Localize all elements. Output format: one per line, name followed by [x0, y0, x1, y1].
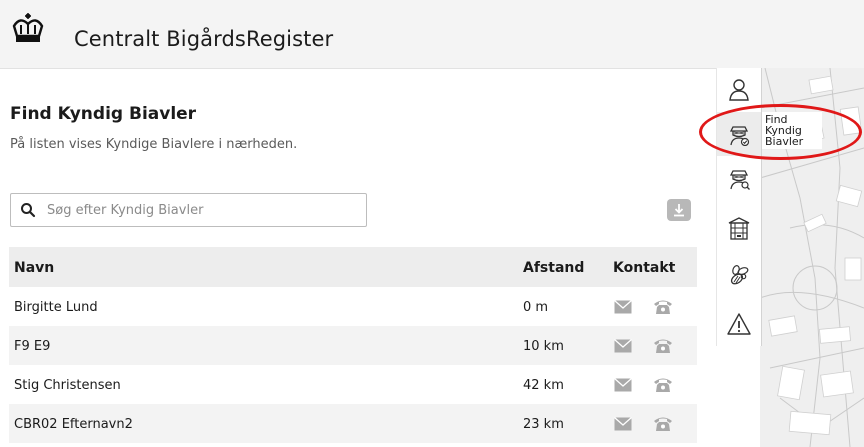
highlight-annotation	[699, 104, 862, 160]
mail-icon[interactable]	[614, 339, 632, 353]
page-subtitle: På listen vises Kyndige Biavlere i nærhe…	[10, 137, 298, 152]
mail-icon[interactable]	[614, 417, 632, 431]
find-beekeeper-panel: Find Kyndig Biavler På listen vises Kynd…	[0, 69, 716, 447]
beekeeper-distance: 10 km	[523, 339, 564, 354]
beekeeper-name: Birgitte Lund	[14, 300, 98, 315]
search-icon	[21, 203, 36, 218]
table-row[interactable]: F9 E9 10 km	[9, 326, 697, 365]
phone-icon[interactable]	[653, 337, 673, 354]
app-title: Centralt BigårdsRegister	[74, 27, 334, 51]
beekeeper-name: CBR02 Efternavn2	[14, 417, 133, 432]
table-header: Navn Afstand Kontakt	[9, 247, 697, 287]
toolbar-search-beekeeper[interactable]	[717, 156, 761, 200]
beekeeper-distance: 23 km	[523, 417, 564, 432]
search-input[interactable]	[45, 199, 359, 221]
beekeeper-name: Stig Christensen	[14, 378, 121, 393]
beekeeper-distance: 0 m	[523, 300, 549, 315]
beekeeper-distance: 42 km	[523, 378, 564, 393]
beekeeper-table: Navn Afstand Kontakt Birgitte Lund 0 m F…	[9, 247, 697, 443]
crown-logo-icon	[12, 13, 44, 42]
beekeeper-name: F9 E9	[14, 339, 51, 354]
column-header-distance[interactable]: Afstand	[523, 260, 584, 276]
mail-icon[interactable]	[614, 378, 632, 392]
beekeeper-search-icon	[729, 170, 750, 190]
bee-icon	[730, 265, 749, 285]
table-row[interactable]: Birgitte Lund 0 m	[9, 287, 697, 326]
toolbar-bee[interactable]	[717, 254, 761, 298]
phone-icon[interactable]	[653, 376, 673, 393]
download-icon	[674, 204, 684, 217]
table-row[interactable]: Stig Christensen 42 km	[9, 365, 697, 404]
beehive-icon	[728, 217, 750, 240]
phone-icon[interactable]	[653, 298, 673, 315]
toolbar-warning[interactable]	[717, 302, 761, 346]
user-icon	[729, 79, 749, 101]
phone-icon[interactable]	[653, 415, 673, 432]
search-box[interactable]	[10, 193, 367, 227]
page-title: Find Kyndig Biavler	[10, 104, 197, 124]
warning-icon	[727, 313, 751, 335]
mail-icon[interactable]	[614, 300, 632, 314]
toolbar-beehive[interactable]	[717, 207, 761, 251]
app-header: Centralt BigårdsRegister	[0, 0, 864, 69]
column-header-name[interactable]: Navn	[14, 260, 54, 276]
download-button[interactable]	[667, 199, 691, 221]
table-row[interactable]: CBR02 Efternavn2 23 km	[9, 404, 697, 443]
column-header-contact: Kontakt	[613, 260, 676, 276]
